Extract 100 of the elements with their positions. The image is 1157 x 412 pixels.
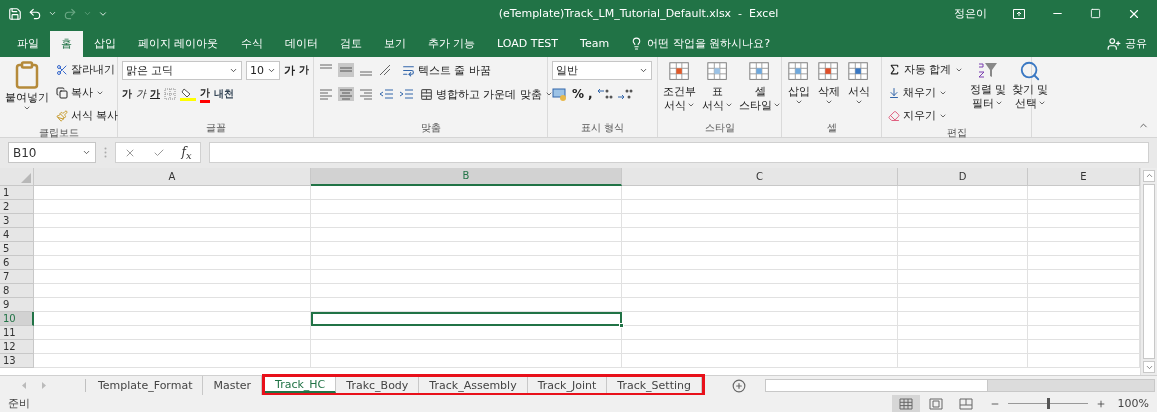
- ribbon-tab[interactable]: 페이지 레이아웃: [127, 30, 230, 57]
- ribbon-tab[interactable]: 보기: [372, 30, 417, 57]
- wrap-text-icon: [402, 63, 415, 77]
- eraser-icon: [888, 109, 900, 122]
- font-size-field[interactable]: 10: [246, 60, 280, 80]
- font-name-field[interactable]: 맑은 고딕: [122, 60, 242, 80]
- comma-button[interactable]: ,: [588, 87, 593, 102]
- paintbrush-icon: [56, 109, 68, 122]
- increase-indent-icon[interactable]: [398, 87, 414, 102]
- ribbon-tab[interactable]: 홈: [50, 30, 83, 57]
- fill-button[interactable]: 채우기: [886, 82, 965, 103]
- style-button[interactable]: 셀 스타일: [738, 59, 782, 121]
- ribbon-tab[interactable]: 검토: [328, 30, 373, 57]
- group-label: 글꼴: [204, 120, 227, 135]
- cell-button[interactable]: 서식: [846, 59, 872, 121]
- copy-button[interactable]: 복사: [54, 82, 121, 103]
- ribbon-tab[interactable]: 파일: [6, 30, 50, 57]
- share-icon[interactable]: [1107, 36, 1121, 51]
- sheet-tab[interactable]: Track_Joint: [527, 377, 608, 393]
- decrease-decimal-icon[interactable]: [616, 87, 633, 102]
- number-format-field[interactable]: 일반: [552, 60, 652, 80]
- merge-center-button[interactable]: 병합하고 가운데 맞춤: [418, 84, 555, 105]
- currency-icon[interactable]: [552, 87, 568, 102]
- zoom-level[interactable]: 100%: [1117, 397, 1149, 410]
- active-cell[interactable]: [311, 311, 622, 326]
- sigma-icon: [888, 63, 901, 77]
- cell-button[interactable]: 삽입: [786, 59, 812, 121]
- grow-font-button[interactable]: 가: [284, 62, 295, 78]
- scroll-down-button[interactable]: [1143, 361, 1155, 374]
- decrease-indent-icon[interactable]: [378, 87, 394, 102]
- group-label: 스타일: [703, 120, 736, 135]
- new-sheet-icon[interactable]: [731, 378, 746, 393]
- redo-icon[interactable]: [63, 6, 77, 21]
- bold-button[interactable]: 가: [122, 87, 132, 102]
- arrow-down-icon: [888, 86, 900, 99]
- wrap-text-button[interactable]: 텍스트 줄 바꿈: [400, 60, 493, 81]
- sheet-tab[interactable]: Track_HC: [265, 377, 337, 393]
- sort-filter-button[interactable]: 정렬 및 필터: [968, 59, 1007, 126]
- font-color-button[interactable]: 가: [200, 85, 210, 103]
- search-icon: [1019, 59, 1041, 82]
- insert-function-button[interactable]: f$_{x}$: [181, 144, 192, 161]
- autosum-button[interactable]: 자동 합계: [886, 59, 965, 80]
- share-button[interactable]: 공유: [1125, 36, 1147, 52]
- user-name[interactable]: 정은이: [954, 6, 987, 22]
- ribbon-tab[interactable]: 추가 기능: [416, 30, 486, 57]
- page-layout-icon[interactable]: [928, 397, 943, 410]
- group-label: 클립보드: [37, 125, 80, 140]
- style-button[interactable]: 표 서식: [701, 59, 734, 121]
- underline-button[interactable]: 가: [150, 87, 160, 102]
- select-all-icon[interactable]: [21, 172, 31, 183]
- scissors-icon: [56, 63, 68, 76]
- horizontal-scrollbar[interactable]: [764, 379, 1155, 393]
- ribbon-tab[interactable]: LOAD TEST: [486, 30, 570, 57]
- name-box[interactable]: B10: [8, 142, 96, 164]
- ribbon-tab[interactable]: 수식: [229, 30, 274, 57]
- align-center-icon[interactable]: [338, 87, 354, 102]
- page-break-icon[interactable]: [958, 397, 973, 410]
- find-select-button[interactable]: 찾기 및 선택: [1010, 59, 1050, 126]
- scrollbar-thumb[interactable]: [1143, 183, 1155, 360]
- window-title: (eTemplate)Track_LM_Tutorial_Default.xlsx - Excel: [497, 7, 780, 21]
- scroll-up-button[interactable]: [1143, 169, 1155, 182]
- sheet-tab[interactable]: Track_Assembly: [419, 377, 528, 393]
- ribbon-tab[interactable]: Team: [569, 30, 621, 57]
- view-button[interactable]: [891, 395, 920, 412]
- fill-color-icon[interactable]: [180, 87, 196, 102]
- style-button[interactable]: 조건부 서식: [662, 59, 697, 121]
- cut-button[interactable]: 잘라내기: [54, 59, 121, 80]
- percent-button[interactable]: %: [572, 87, 585, 102]
- normal-view-icon[interactable]: [898, 397, 913, 410]
- sheet-tab[interactable]: Trakc_Body: [336, 377, 420, 393]
- group-label: 맞춤: [419, 120, 442, 135]
- ribbon-tab[interactable]: 데이터: [273, 30, 329, 57]
- ribbon-display-icon[interactable]: [1013, 8, 1025, 19]
- shrink-font-button[interactable]: 가: [299, 63, 309, 78]
- next-sheet-icon[interactable]: [41, 382, 46, 390]
- format-painter-button[interactable]: 서식 복사: [54, 105, 121, 126]
- sheet-tab[interactable]: Track_Setting: [607, 377, 702, 393]
- group-label: 편집: [945, 125, 968, 140]
- phonetic-guide-button[interactable]: 내천: [214, 87, 234, 102]
- paste-button[interactable]: 붙여넣기: [4, 59, 50, 126]
- undo-icon[interactable]: [28, 6, 42, 21]
- previous-sheet-icon[interactable]: [22, 382, 27, 390]
- tell-me-field[interactable]: 어떤 작업을 원하시나요?: [647, 36, 770, 52]
- group-label: 표시 형식: [579, 120, 626, 135]
- group-label: 셀: [825, 120, 838, 135]
- align-right-icon[interactable]: [358, 87, 374, 102]
- merge-cells-icon: [420, 87, 433, 101]
- align-middle-icon[interactable]: [338, 63, 354, 78]
- maximize-icon[interactable]: [1090, 8, 1101, 20]
- ribbon-tab[interactable]: 삽입: [83, 30, 127, 57]
- copy-icon: [56, 86, 68, 99]
- status-text: 준비: [8, 396, 30, 411]
- cell-button[interactable]: 삭제: [816, 59, 842, 121]
- italic-button[interactable]: 가: [136, 87, 146, 102]
- zoom-in-icon[interactable]: [1095, 398, 1106, 409]
- formula-field[interactable]: [209, 142, 1149, 164]
- border-icon[interactable]: [164, 88, 176, 101]
- align-left-icon[interactable]: [318, 87, 334, 102]
- clear-button[interactable]: 지우기: [886, 105, 965, 126]
- save-icon[interactable]: [8, 6, 22, 21]
